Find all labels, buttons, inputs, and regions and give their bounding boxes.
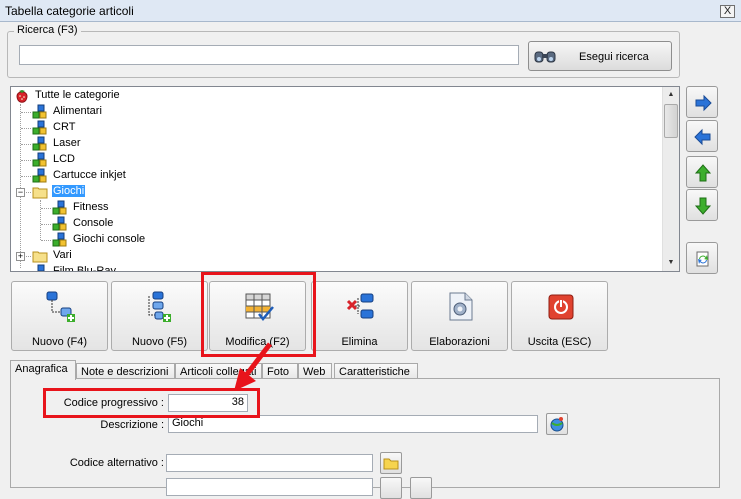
folder-icon (32, 187, 48, 199)
new-f5-button[interactable]: Nuovo (F5) (111, 281, 208, 351)
extra-action-button[interactable] (410, 477, 432, 499)
move-right-button[interactable] (686, 86, 718, 118)
search-input[interactable] (19, 45, 519, 65)
browse-folder-button[interactable] (380, 452, 402, 474)
strawberry-icon (16, 90, 28, 103)
exit-label: Uscita (ESC) (527, 336, 592, 348)
tree-scrollbar[interactable]: ▲ ▼ (662, 87, 679, 271)
browse-folder-button-2[interactable] (380, 477, 402, 499)
tree-item-label: Alimentari (53, 105, 102, 117)
tree-item-label: Cartucce inkjet (53, 169, 126, 181)
folder-icon (32, 251, 48, 263)
category-cubes-icon (32, 152, 47, 167)
tree-item-label: CRT (53, 121, 76, 133)
category-cubes-icon (52, 200, 67, 215)
tree-item-label: Film Blu-Ray (53, 265, 116, 272)
tree-connector (41, 208, 51, 209)
tree-expander-icon[interactable]: + (16, 252, 25, 261)
category-cubes-icon (52, 216, 67, 231)
refresh-icon (696, 251, 709, 267)
tree-item-label: Console (73, 217, 114, 229)
descrizione-label: Descrizione : (100, 419, 164, 431)
tree-expander-icon[interactable]: − (16, 188, 25, 197)
next-field-partial[interactable] (166, 478, 373, 496)
codice-alternativo-field[interactable] (166, 454, 373, 472)
tree-item-label: Giochi console (73, 233, 146, 245)
process-label: Elaborazioni (429, 336, 490, 348)
scroll-up-arrow-icon[interactable]: ▲ (663, 87, 679, 103)
exit-button[interactable]: Uscita (ESC) (511, 281, 608, 351)
new-node-icon (46, 291, 75, 322)
tree-root-label: Tutte le categorie (35, 89, 120, 101)
tree-connector (41, 224, 51, 225)
search-button[interactable]: Esegui ricerca (528, 41, 672, 71)
tree-item-label: Laser (53, 137, 81, 149)
category-cubes-icon (32, 168, 47, 183)
highlight-codice-field (43, 388, 260, 418)
scroll-thumb[interactable] (664, 104, 678, 138)
new-child-node-icon (148, 291, 171, 322)
new-f4-button[interactable]: Nuovo (F4) (11, 281, 108, 351)
search-legend: Ricerca (F3) (14, 24, 81, 36)
category-cubes-icon (32, 104, 47, 119)
window-title: Tabella categorie articoli (5, 4, 134, 18)
tree-item-label: LCD (53, 153, 76, 165)
new-f5-label: Nuovo (F5) (131, 336, 188, 348)
tree-connector (21, 128, 31, 129)
tree-connector (21, 112, 31, 113)
delete-node-icon (346, 293, 374, 319)
process-button[interactable]: Elaborazioni (411, 281, 508, 351)
tree-connector (21, 176, 31, 177)
folder-icon (383, 458, 399, 470)
tree-connector (21, 144, 31, 145)
category-tree[interactable]: Tutte le categorie Alimentari CRT Laser LCD… (10, 86, 680, 272)
scroll-down-arrow-icon[interactable]: ▼ (663, 255, 679, 271)
move-left-button[interactable] (686, 120, 718, 152)
codice-alternativo-label: Codice alternativo : (69, 457, 164, 469)
move-up-button[interactable] (686, 156, 718, 188)
tree-connector (41, 240, 51, 241)
move-down-button[interactable] (686, 189, 718, 221)
red-arrow-annotation (234, 342, 272, 391)
arrow-right-icon (695, 94, 712, 112)
tree-item-label: Giochi (52, 185, 86, 197)
tree-item-label: Vari (53, 249, 72, 261)
close-button[interactable]: X (720, 5, 735, 18)
title-bar: Tabella categorie articoli X (0, 0, 741, 22)
category-cubes-icon (32, 136, 47, 151)
web-lookup-button[interactable] (546, 413, 568, 435)
arrow-down-icon (694, 197, 712, 215)
tab-anagrafica[interactable]: Anagrafica (10, 360, 76, 380)
power-exit-icon (548, 294, 574, 320)
tree-connector (21, 160, 31, 161)
category-cubes-icon (32, 120, 47, 135)
new-f4-label: Nuovo (F4) (31, 336, 88, 348)
search-button-label: Esegui ricerca (579, 51, 649, 63)
delete-label: Elimina (341, 336, 378, 348)
process-document-icon (449, 292, 473, 321)
delete-button[interactable]: Elimina (311, 281, 408, 351)
binoculars-icon (534, 51, 556, 63)
arrow-left-icon (694, 128, 711, 146)
category-cubes-icon (37, 264, 45, 271)
arrow-up-icon (694, 164, 712, 182)
category-cubes-icon (52, 232, 67, 247)
tree-connector (40, 200, 41, 240)
globe-icon (550, 417, 564, 432)
refresh-button[interactable] (686, 242, 718, 274)
tree-item-label: Fitness (73, 201, 109, 213)
